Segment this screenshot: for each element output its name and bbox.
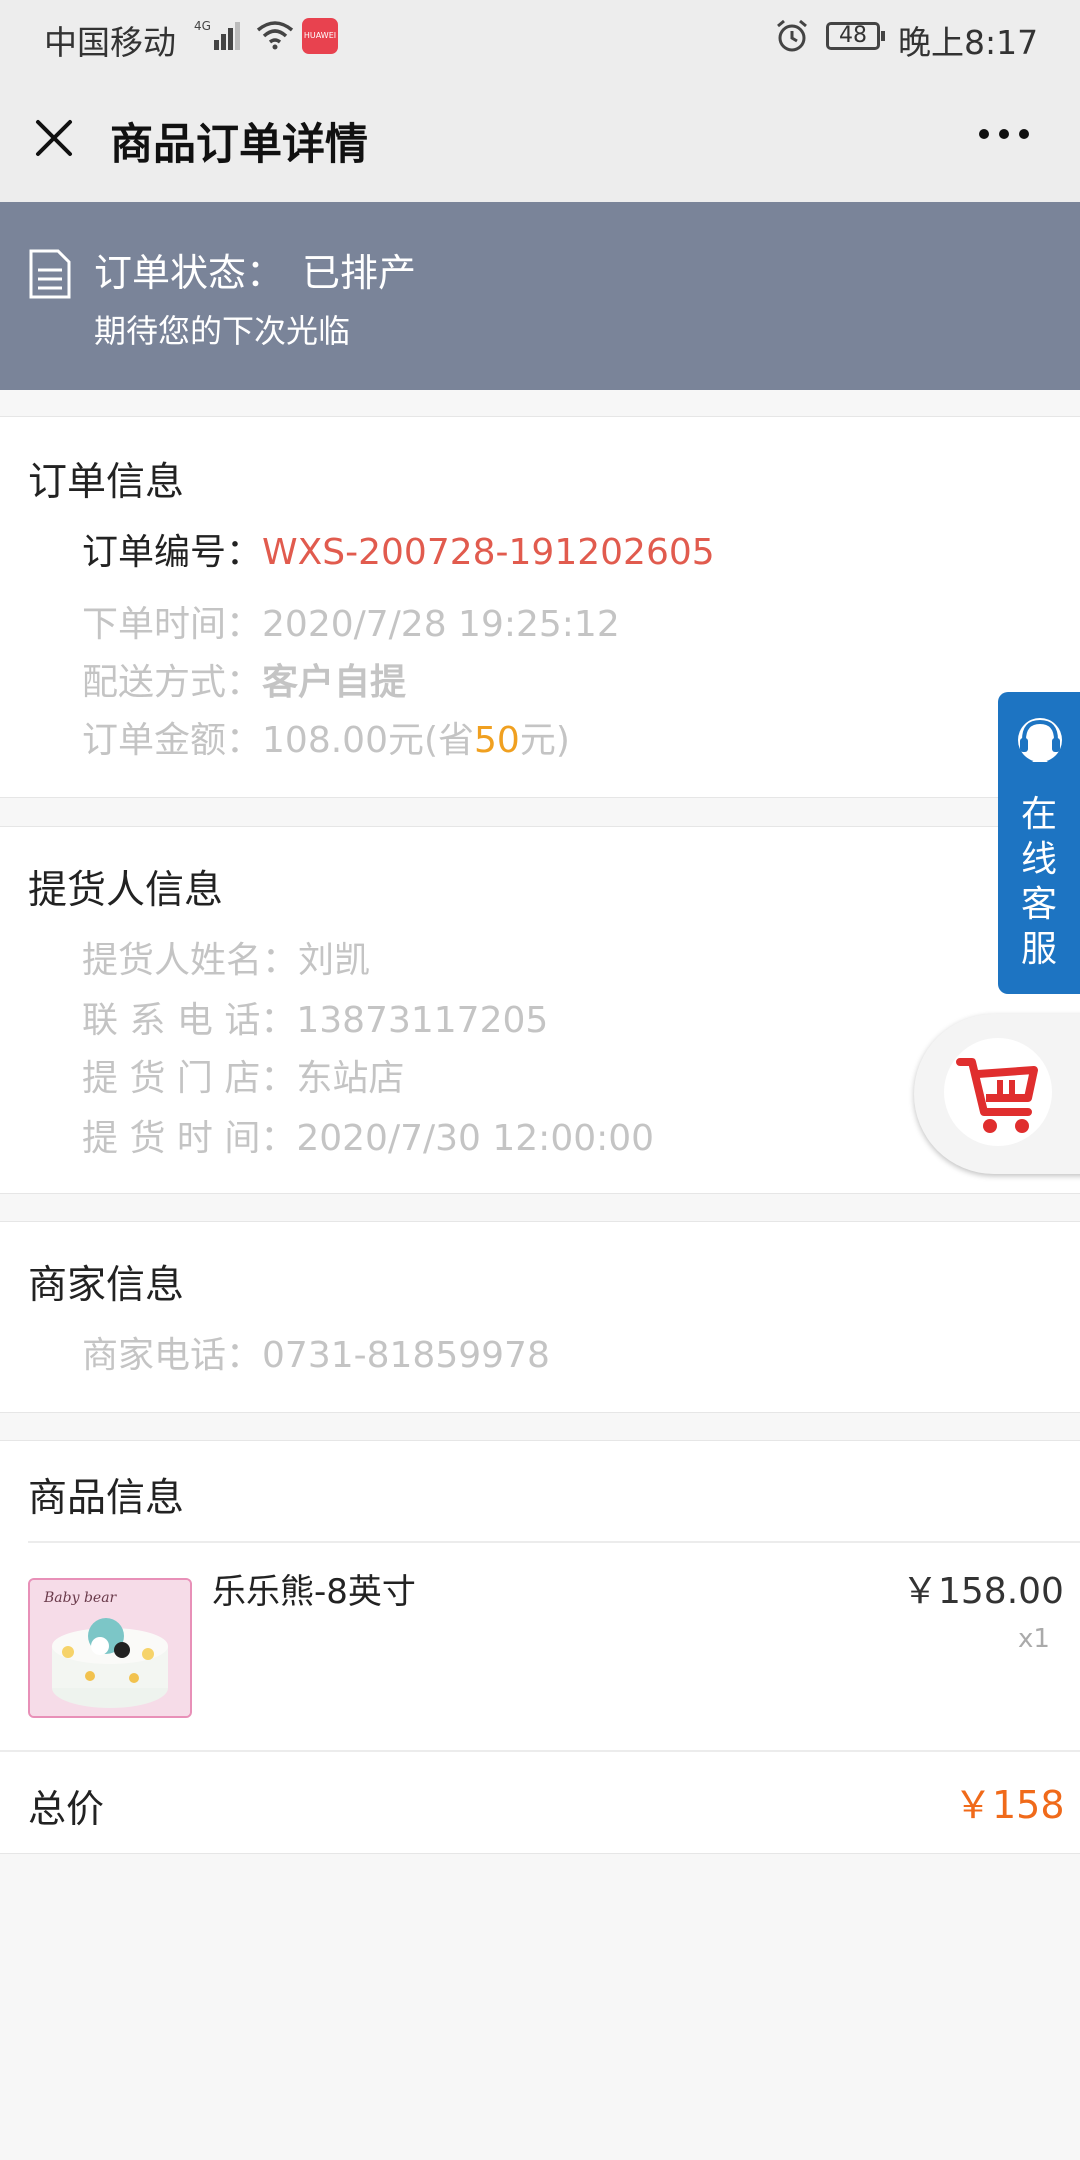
pickup-store-row: 提 货 门 店：东站店 [82, 1049, 404, 1101]
order-amount-value: 108.00元(省 [262, 720, 475, 761]
order-status: 订单状态： 已排产 [94, 242, 416, 297]
battery-indicator: 48 [826, 22, 885, 50]
document-icon [28, 248, 72, 304]
order-amount-saved: 50 [474, 720, 520, 761]
merchant-info-heading: 商家信息 [28, 1263, 185, 1308]
merchant-phone-value[interactable]: 0731-81859978 [262, 1335, 550, 1376]
svg-text:Baby bear: Baby bear [43, 1590, 118, 1606]
merchant-phone-label: 商家电话： [82, 1335, 263, 1376]
close-icon[interactable] [30, 114, 78, 162]
merchant-info-card: 商家信息 商家电话：0731-81859978 [0, 1221, 1080, 1413]
product-name[interactable]: 乐乐熊-8英寸 [212, 1564, 416, 1613]
online-service-label: 在线客服 [1020, 794, 1057, 970]
order-number-row: 订单编号：WXS-200728-191202605 [82, 523, 715, 575]
order-time-label: 下单时间： [82, 604, 263, 645]
product-quantity: x1 [1018, 1624, 1050, 1654]
carrier-name: 中国移动 [44, 23, 176, 62]
pickup-store-value: 东站店 [296, 1058, 405, 1099]
pickup-phone-label: 联 系 电 话： [82, 1000, 297, 1041]
delivery-method-value: 客户自提 [262, 662, 407, 703]
status-bar: 中国移动 4G HUAWEI 48 晚上8:17 [0, 0, 1080, 72]
product-price: ￥158.00 [902, 1571, 1064, 1612]
pickup-phone-row: 联 系 电 话：13873117205 [82, 991, 548, 1043]
floating-cart-button[interactable] [914, 1014, 1080, 1174]
pickup-time-row: 提 货 时 间：2020/7/30 12:00:00 [82, 1109, 654, 1161]
app-notification-icon: HUAWEI [302, 18, 338, 54]
total-value: ￥158 [954, 1783, 1065, 1827]
delivery-method-label: 配送方式： [82, 662, 263, 703]
order-status-subtitle: 期待您的下次光临 [94, 312, 351, 350]
divider [0, 1750, 1080, 1752]
svg-text:4G: 4G [194, 19, 211, 33]
more-icon[interactable] [976, 126, 1032, 146]
order-time-row: 下单时间：2020/7/28 19:25:12 [82, 595, 620, 647]
order-status-value: 已排产 [302, 251, 417, 295]
total-label: 总价 [28, 1787, 105, 1831]
order-info-card: 订单信息 订单编号：WXS-200728-191202605 下单时间：2020… [0, 416, 1080, 798]
page-title: 商品订单详情 [110, 120, 368, 170]
order-amount-label: 订单金额： [82, 720, 263, 761]
pickup-name-row: 提货人姓名：刘凯 [82, 931, 370, 983]
divider [28, 1541, 1080, 1543]
product-info-heading: 商品信息 [28, 1476, 185, 1521]
order-time-value: 2020/7/28 19:25:12 [262, 604, 620, 645]
order-amount-row: 订单金额：108.00元(省50元) [82, 711, 570, 763]
order-info-heading: 订单信息 [28, 460, 185, 505]
clock: 晚上8:17 [898, 23, 1039, 62]
order-status-label: 订单状态： [94, 251, 285, 295]
signal-icon: 4G [194, 18, 246, 56]
wifi-icon [256, 20, 294, 54]
cart-icon [944, 1038, 1052, 1146]
headset-icon [1012, 710, 1068, 774]
nav-bar: 商品订单详情 [0, 72, 1080, 202]
order-status-banner: 订单状态： 已排产 期待您的下次光临 [0, 202, 1080, 390]
online-service-button[interactable]: 在线客服 [998, 692, 1080, 994]
pickup-name-label: 提货人姓名： [82, 940, 299, 981]
pickup-store-label: 提 货 门 店： [82, 1058, 297, 1099]
pickup-name-value: 刘凯 [298, 940, 371, 981]
order-amount-suffix: 元) [519, 720, 570, 761]
pickup-info-card: 提货人信息 提货人姓名：刘凯 联 系 电 话：13873117205 提 货 门… [0, 826, 1080, 1194]
pickup-phone-value[interactable]: 13873117205 [296, 1000, 548, 1041]
product-thumbnail[interactable]: Baby bear [28, 1578, 192, 1718]
pickup-time-value: 2020/7/30 12:00:00 [296, 1118, 655, 1159]
merchant-phone-row: 商家电话：0731-81859978 [82, 1326, 550, 1378]
alarm-icon [774, 18, 810, 58]
order-number-value[interactable]: WXS-200728-191202605 [262, 532, 715, 573]
pickup-info-heading: 提货人信息 [28, 868, 224, 913]
pickup-time-label: 提 货 时 间： [82, 1118, 297, 1159]
delivery-method-row: 配送方式：客户自提 [82, 653, 406, 705]
order-number-label: 订单编号： [82, 532, 263, 573]
